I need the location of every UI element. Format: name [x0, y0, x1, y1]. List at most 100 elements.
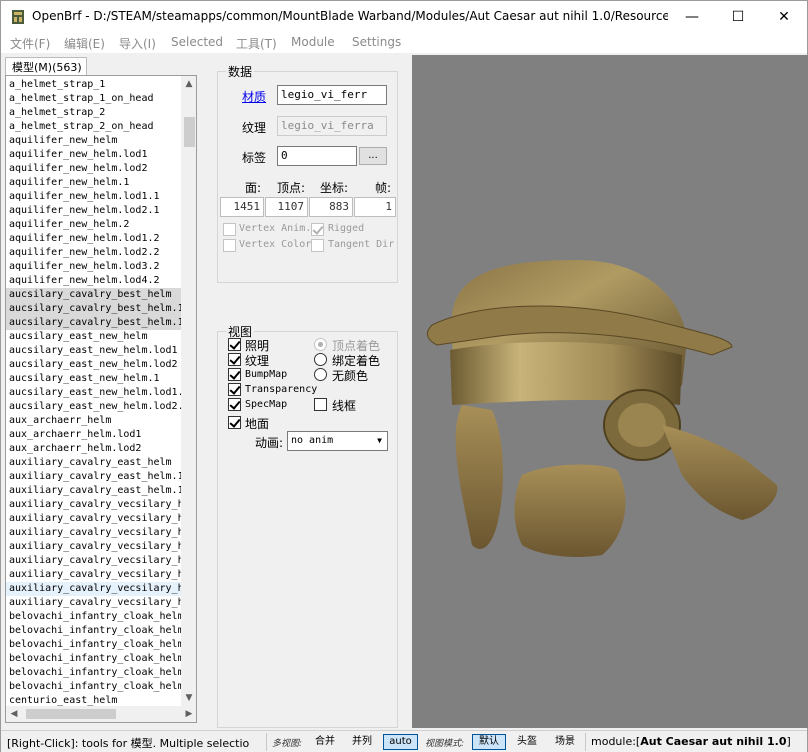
- list-item[interactable]: aquilifer_new_helm: [6, 134, 181, 148]
- specmap-checkbox[interactable]: [228, 398, 241, 411]
- texture-view-label: 纹理: [245, 354, 270, 368]
- list-item[interactable]: belovachi_infantry_cloak_helm: [6, 610, 181, 624]
- helmet-model-render: [426, 260, 778, 557]
- scroll-left-arrow-icon[interactable]: ◀: [6, 706, 22, 722]
- list-item[interactable]: auxiliary_cavalry_vecsilary_h: [6, 512, 181, 526]
- list-item[interactable]: auxiliary_cavalry_vecsilary_h: [6, 526, 181, 540]
- ground-checkbox[interactable]: [228, 416, 241, 429]
- view-mode-label: 视图模式:: [425, 739, 465, 749]
- list-item[interactable]: a_helmet_strap_2_on_head: [6, 120, 181, 134]
- list-item[interactable]: aquilifer_new_helm.lod1.2: [6, 232, 181, 246]
- menu-settings[interactable]: Settings: [352, 35, 401, 49]
- list-item[interactable]: auxiliary_cavalry_vecsilary_h: [6, 568, 181, 582]
- anim-select[interactable]: no anim ▼: [287, 431, 388, 451]
- combine-button[interactable]: 合并: [309, 734, 341, 750]
- list-item[interactable]: auxiliary_cavalry_vecsilary_h: [6, 596, 181, 610]
- helmet-mode-button[interactable]: 头盔: [511, 734, 543, 750]
- list-item[interactable]: aucsilary_east_new_helm.lod1.: [6, 386, 181, 400]
- side-by-side-button[interactable]: 并列: [346, 734, 378, 750]
- close-button[interactable]: ✕: [761, 1, 807, 32]
- list-item[interactable]: aucsilary_cavalry_best_helm.1: [6, 302, 181, 316]
- list-item[interactable]: belovachi_infantry_cloak_helm: [6, 638, 181, 652]
- list-item[interactable]: auxiliary_cavalry_east_helm.1: [6, 484, 181, 498]
- wireframe-label: 线框: [332, 399, 357, 413]
- no-color-radio[interactable]: [314, 368, 327, 381]
- list-item[interactable]: auxiliary_cavalry_vecsilary_h: [6, 582, 181, 596]
- list-item[interactable]: aux_archaerr_helm.lod2: [6, 442, 181, 456]
- menu-tools[interactable]: 工具(T): [236, 35, 277, 52]
- material-field[interactable]: legio_vi_ferr: [277, 85, 387, 105]
- list-item[interactable]: auxiliary_cavalry_east_helm.1: [6, 470, 181, 484]
- menu-file[interactable]: 文件(F): [10, 35, 50, 52]
- list-item[interactable]: aucsilary_east_new_helm.lod1: [6, 344, 181, 358]
- list-item[interactable]: aux_archaerr_helm: [6, 414, 181, 428]
- module-prefix: module:[: [591, 735, 641, 748]
- list-item[interactable]: aquilifer_new_helm.lod2: [6, 162, 181, 176]
- menu-module[interactable]: Module: [291, 35, 335, 49]
- list-item[interactable]: aucsilary_east_new_helm.1: [6, 372, 181, 386]
- tab-models[interactable]: 模型(M)(563): [5, 57, 87, 75]
- list-item[interactable]: aucsilary_east_new_helm.lod2: [6, 358, 181, 372]
- list-item[interactable]: auxiliary_cavalry_vecsilary_h: [6, 554, 181, 568]
- list-item[interactable]: auxiliary_cavalry_east_helm: [6, 456, 181, 470]
- list-item[interactable]: aucsilary_cavalry_best_helm.1: [6, 316, 181, 330]
- texture-checkbox[interactable]: [228, 353, 241, 366]
- minimize-button[interactable]: —: [669, 1, 715, 32]
- list-item[interactable]: a_helmet_strap_1_on_head: [6, 92, 181, 106]
- anim-select-value: no anim: [291, 435, 334, 446]
- list-item[interactable]: aquilifer_new_helm.2: [6, 218, 181, 232]
- material-link[interactable]: 材质: [242, 88, 266, 105]
- chevron-down-icon: ▼: [377, 436, 382, 445]
- scroll-thumb[interactable]: [184, 117, 195, 147]
- list-item[interactable]: aucsilary_east_new_helm: [6, 330, 181, 344]
- maximize-icon: ☐: [731, 8, 745, 25]
- list-item[interactable]: auxiliary_cavalry_vecsilary_h: [6, 498, 181, 512]
- bumpmap-checkbox[interactable]: [228, 368, 241, 381]
- menu-edit[interactable]: 编辑(E): [64, 35, 105, 52]
- list-item[interactable]: aquilifer_new_helm.lod3.2: [6, 260, 181, 274]
- maximize-button[interactable]: ☐: [715, 1, 761, 32]
- list-item[interactable]: auxiliary_cavalry_vecsilary_h: [6, 540, 181, 554]
- auto-button[interactable]: auto: [383, 734, 418, 750]
- vertex-color-label: Vertex Color: [239, 239, 312, 250]
- transparency-checkbox[interactable]: [228, 383, 241, 396]
- wireframe-checkbox[interactable]: [314, 398, 327, 411]
- scroll-right-arrow-icon[interactable]: ▶: [181, 706, 196, 722]
- list-item[interactable]: a_helmet_strap_1: [6, 78, 181, 92]
- vertices-label: 顶点:: [277, 181, 306, 195]
- list-item[interactable]: aux_archaerr_helm.lod1: [6, 428, 181, 442]
- list-item[interactable]: aquilifer_new_helm.lod1: [6, 148, 181, 162]
- lighting-checkbox[interactable]: [228, 338, 241, 351]
- list-item[interactable]: belovachi_infantry_cloak_helm: [6, 680, 181, 694]
- list-item[interactable]: aquilifer_new_helm.lod1.1: [6, 190, 181, 204]
- scroll-up-arrow-icon[interactable]: ▲: [181, 76, 196, 92]
- module-suffix: ]: [786, 735, 791, 748]
- menu-import[interactable]: 导入(I): [119, 35, 156, 52]
- list-item[interactable]: belovachi_infantry_cloak_helm: [6, 624, 181, 638]
- anim-label: 动画:: [255, 436, 284, 450]
- scroll-down-arrow-icon[interactable]: ▼: [181, 690, 196, 706]
- list-item[interactable]: aquilifer_new_helm.lod2.1: [6, 204, 181, 218]
- bound-color-radio[interactable]: [314, 353, 327, 366]
- list-item[interactable]: aquilifer_new_helm.lod4.2: [6, 274, 181, 288]
- cheek-guard-right: [514, 464, 626, 557]
- list-item[interactable]: belovachi_infantry_cloak_helm: [6, 652, 181, 666]
- scene-mode-button[interactable]: 场景: [549, 734, 581, 750]
- hscroll-thumb[interactable]: [26, 709, 116, 719]
- list-item[interactable]: a_helmet_strap_2: [6, 106, 181, 120]
- list-item[interactable]: aucsilary_cavalry_best_helm: [6, 288, 181, 302]
- list-item[interactable]: belovachi_infantry_cloak_helm: [6, 666, 181, 680]
- default-mode-button[interactable]: 默认: [472, 734, 506, 750]
- flags-edit-button[interactable]: ...: [359, 147, 387, 165]
- list-item[interactable]: aquilifer_new_helm.lod2.2: [6, 246, 181, 260]
- list-vertical-scrollbar[interactable]: ▲ ▼: [181, 76, 196, 706]
- transparency-label: Transparency: [245, 384, 318, 395]
- list-item[interactable]: aquilifer_new_helm.1: [6, 176, 181, 190]
- menu-selected[interactable]: Selected: [171, 35, 223, 49]
- list-item[interactable]: aucsilary_east_new_helm.lod2.: [6, 400, 181, 414]
- list-horizontal-scrollbar[interactable]: ◀ ▶: [6, 706, 196, 722]
- status-bar: [Right-Click]: tools for 模型. Multiple se…: [1, 730, 807, 752]
- 3d-viewport[interactable]: [412, 55, 808, 728]
- flags-field[interactable]: 0: [277, 146, 357, 166]
- close-icon: ✕: [778, 8, 790, 25]
